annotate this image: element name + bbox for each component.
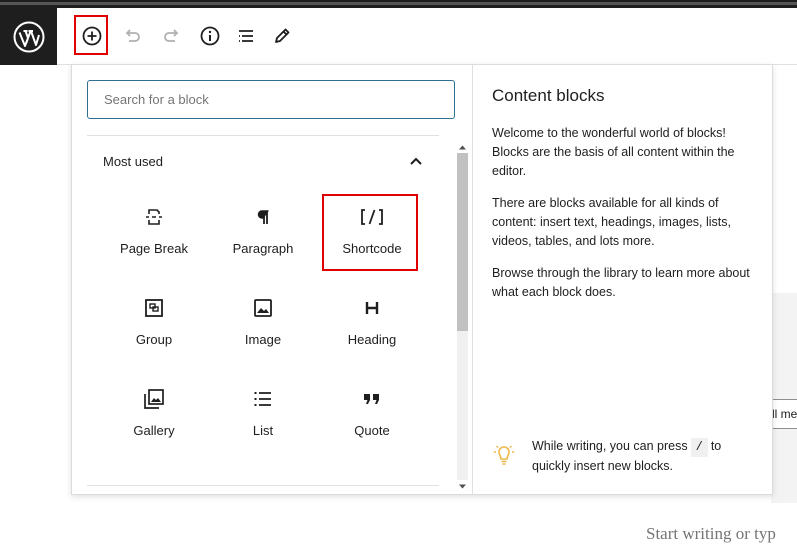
block-label: Page Break <box>120 241 188 256</box>
gallery-icon <box>142 387 166 411</box>
scroll-down-arrow-icon[interactable] <box>458 482 467 491</box>
redo-icon <box>164 29 179 42</box>
list-icon <box>251 387 275 411</box>
block-label: Heading <box>347 332 397 347</box>
slash-key: / <box>690 438 708 457</box>
editor-placeholder-fragment: Start writing or typ <box>646 524 776 543</box>
outline-button[interactable] <box>232 22 260 50</box>
undo-icon <box>125 29 140 42</box>
library-scrollbar[interactable] <box>456 141 469 492</box>
help-paragraph-3: Browse through the library to learn more… <box>492 266 750 299</box>
info-icon <box>200 26 220 46</box>
group-icon <box>142 296 166 320</box>
quote-icon <box>360 387 384 411</box>
block-label: Gallery <box>133 423 175 438</box>
block-item-gallery[interactable]: Gallery <box>106 377 202 461</box>
list-view-icon <box>239 30 253 42</box>
inserter-help-panel: Content blocks Welcome to the wonderful … <box>472 65 772 494</box>
block-label: Group <box>135 332 173 347</box>
block-item-group[interactable]: Group <box>106 286 202 370</box>
collapse-section-button[interactable] <box>408 153 424 169</box>
divider <box>87 485 439 486</box>
paragraph-icon <box>251 205 275 229</box>
shortcode-highlight <box>322 194 418 271</box>
block-item-image[interactable]: Image <box>215 286 311 370</box>
block-item-quote[interactable]: Quote <box>324 377 420 461</box>
heading-icon <box>360 296 384 320</box>
image-icon <box>251 296 275 320</box>
background-input-fragment: ll me <box>771 399 797 429</box>
block-item-list[interactable]: List <box>215 377 311 461</box>
wordpress-logo-icon <box>13 21 44 52</box>
help-paragraph-2: There are blocks available for all kinds… <box>492 196 732 248</box>
block-search-input[interactable] <box>87 80 455 119</box>
block-label: List <box>252 423 274 438</box>
add-block-highlight <box>74 15 108 55</box>
block-label: Image <box>244 332 282 347</box>
block-inserter-popover: Most used Page Break <box>71 64 773 495</box>
inserter-library: Most used Page Break <box>72 65 473 494</box>
editor-toolbar <box>57 8 797 65</box>
tip-text-before: While writing, you can press <box>532 439 688 453</box>
help-title: Content blocks <box>492 86 605 105</box>
help-paragraph-1: Welcome to the wonderful world of blocks… <box>492 126 735 178</box>
block-label: Quote <box>354 423 390 438</box>
section-title-most-used: Most used <box>103 154 163 169</box>
page-break-icon <box>142 205 166 229</box>
lightbulb-icon <box>492 443 516 467</box>
chevron-up-icon <box>410 157 422 165</box>
keyboard-tip: While writing, you can press / to quickly … <box>532 437 752 476</box>
block-item-heading[interactable]: Heading <box>324 286 420 370</box>
scroll-thumb[interactable] <box>457 153 468 331</box>
tools-button[interactable] <box>268 22 296 50</box>
pencil-icon <box>275 28 290 43</box>
redo-button[interactable] <box>158 22 186 50</box>
block-item-page-break[interactable]: Page Break <box>106 195 202 279</box>
wordpress-logo-button[interactable] <box>0 8 57 65</box>
block-label: Paragraph <box>232 241 294 256</box>
divider <box>87 135 439 136</box>
block-item-paragraph[interactable]: Paragraph <box>215 195 311 279</box>
background-panel <box>771 293 797 503</box>
undo-button[interactable] <box>118 22 146 50</box>
window-top-edge <box>0 0 797 8</box>
details-button[interactable] <box>196 22 224 50</box>
scroll-up-arrow-icon[interactable] <box>458 143 467 152</box>
